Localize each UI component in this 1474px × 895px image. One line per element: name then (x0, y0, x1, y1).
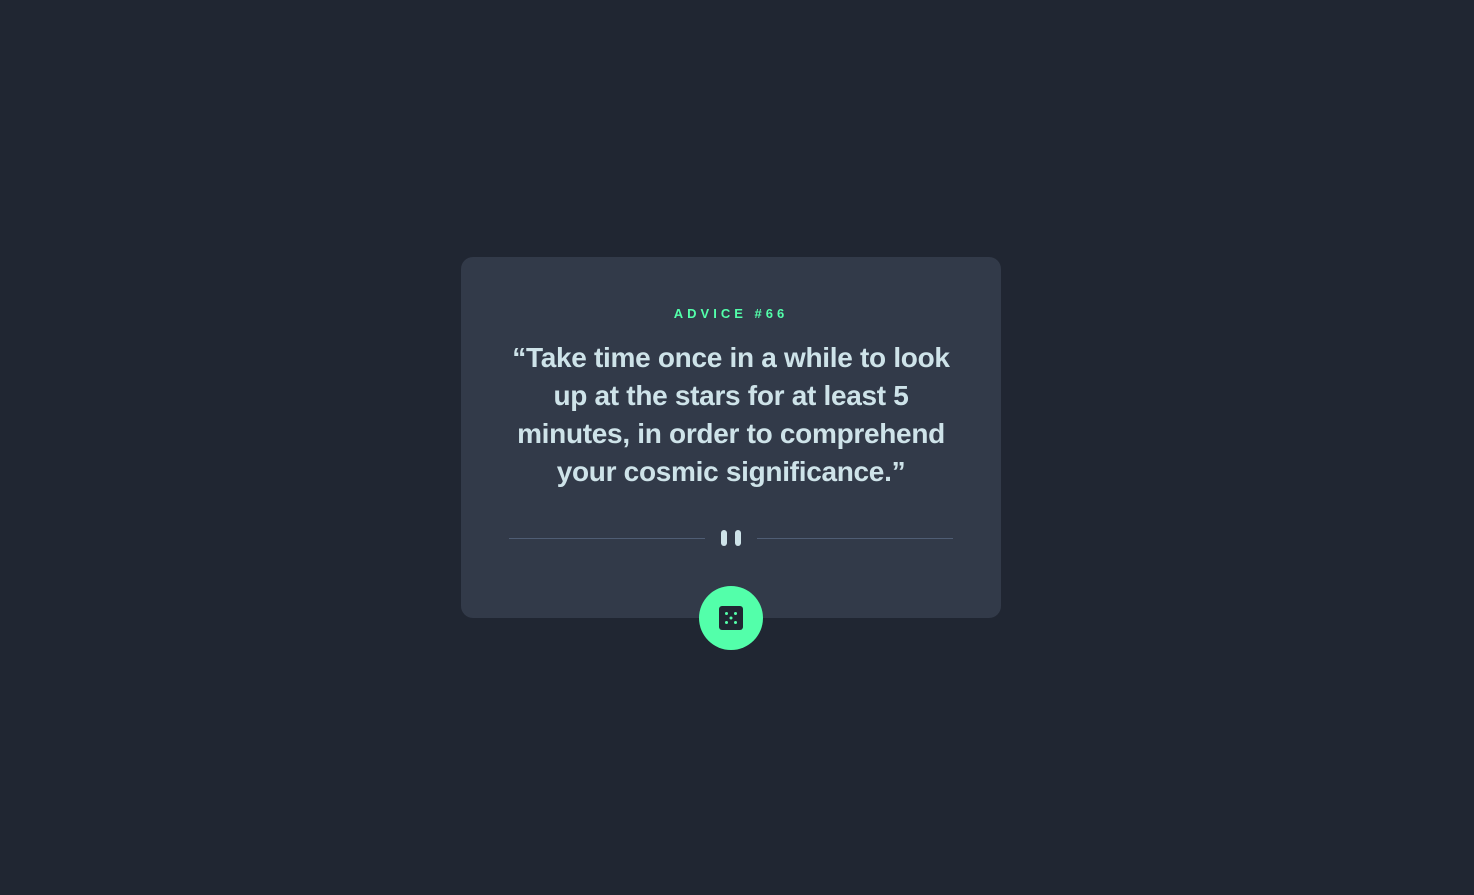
pause-bar-left (721, 530, 727, 546)
pattern-divider (509, 529, 953, 547)
advice-quote: “Take time once in a while to look up at… (512, 342, 950, 487)
pause-icon (721, 530, 741, 546)
divider-line-left (509, 538, 705, 539)
pause-bar-right (735, 530, 741, 546)
dice-icon (719, 606, 743, 630)
divider-line-right (757, 538, 953, 539)
advice-id-label: Advice #66 (673, 306, 789, 321)
advice-card: Advice #66 “Take time once in a while to… (461, 257, 1001, 618)
generate-advice-button[interactable] (699, 586, 763, 650)
